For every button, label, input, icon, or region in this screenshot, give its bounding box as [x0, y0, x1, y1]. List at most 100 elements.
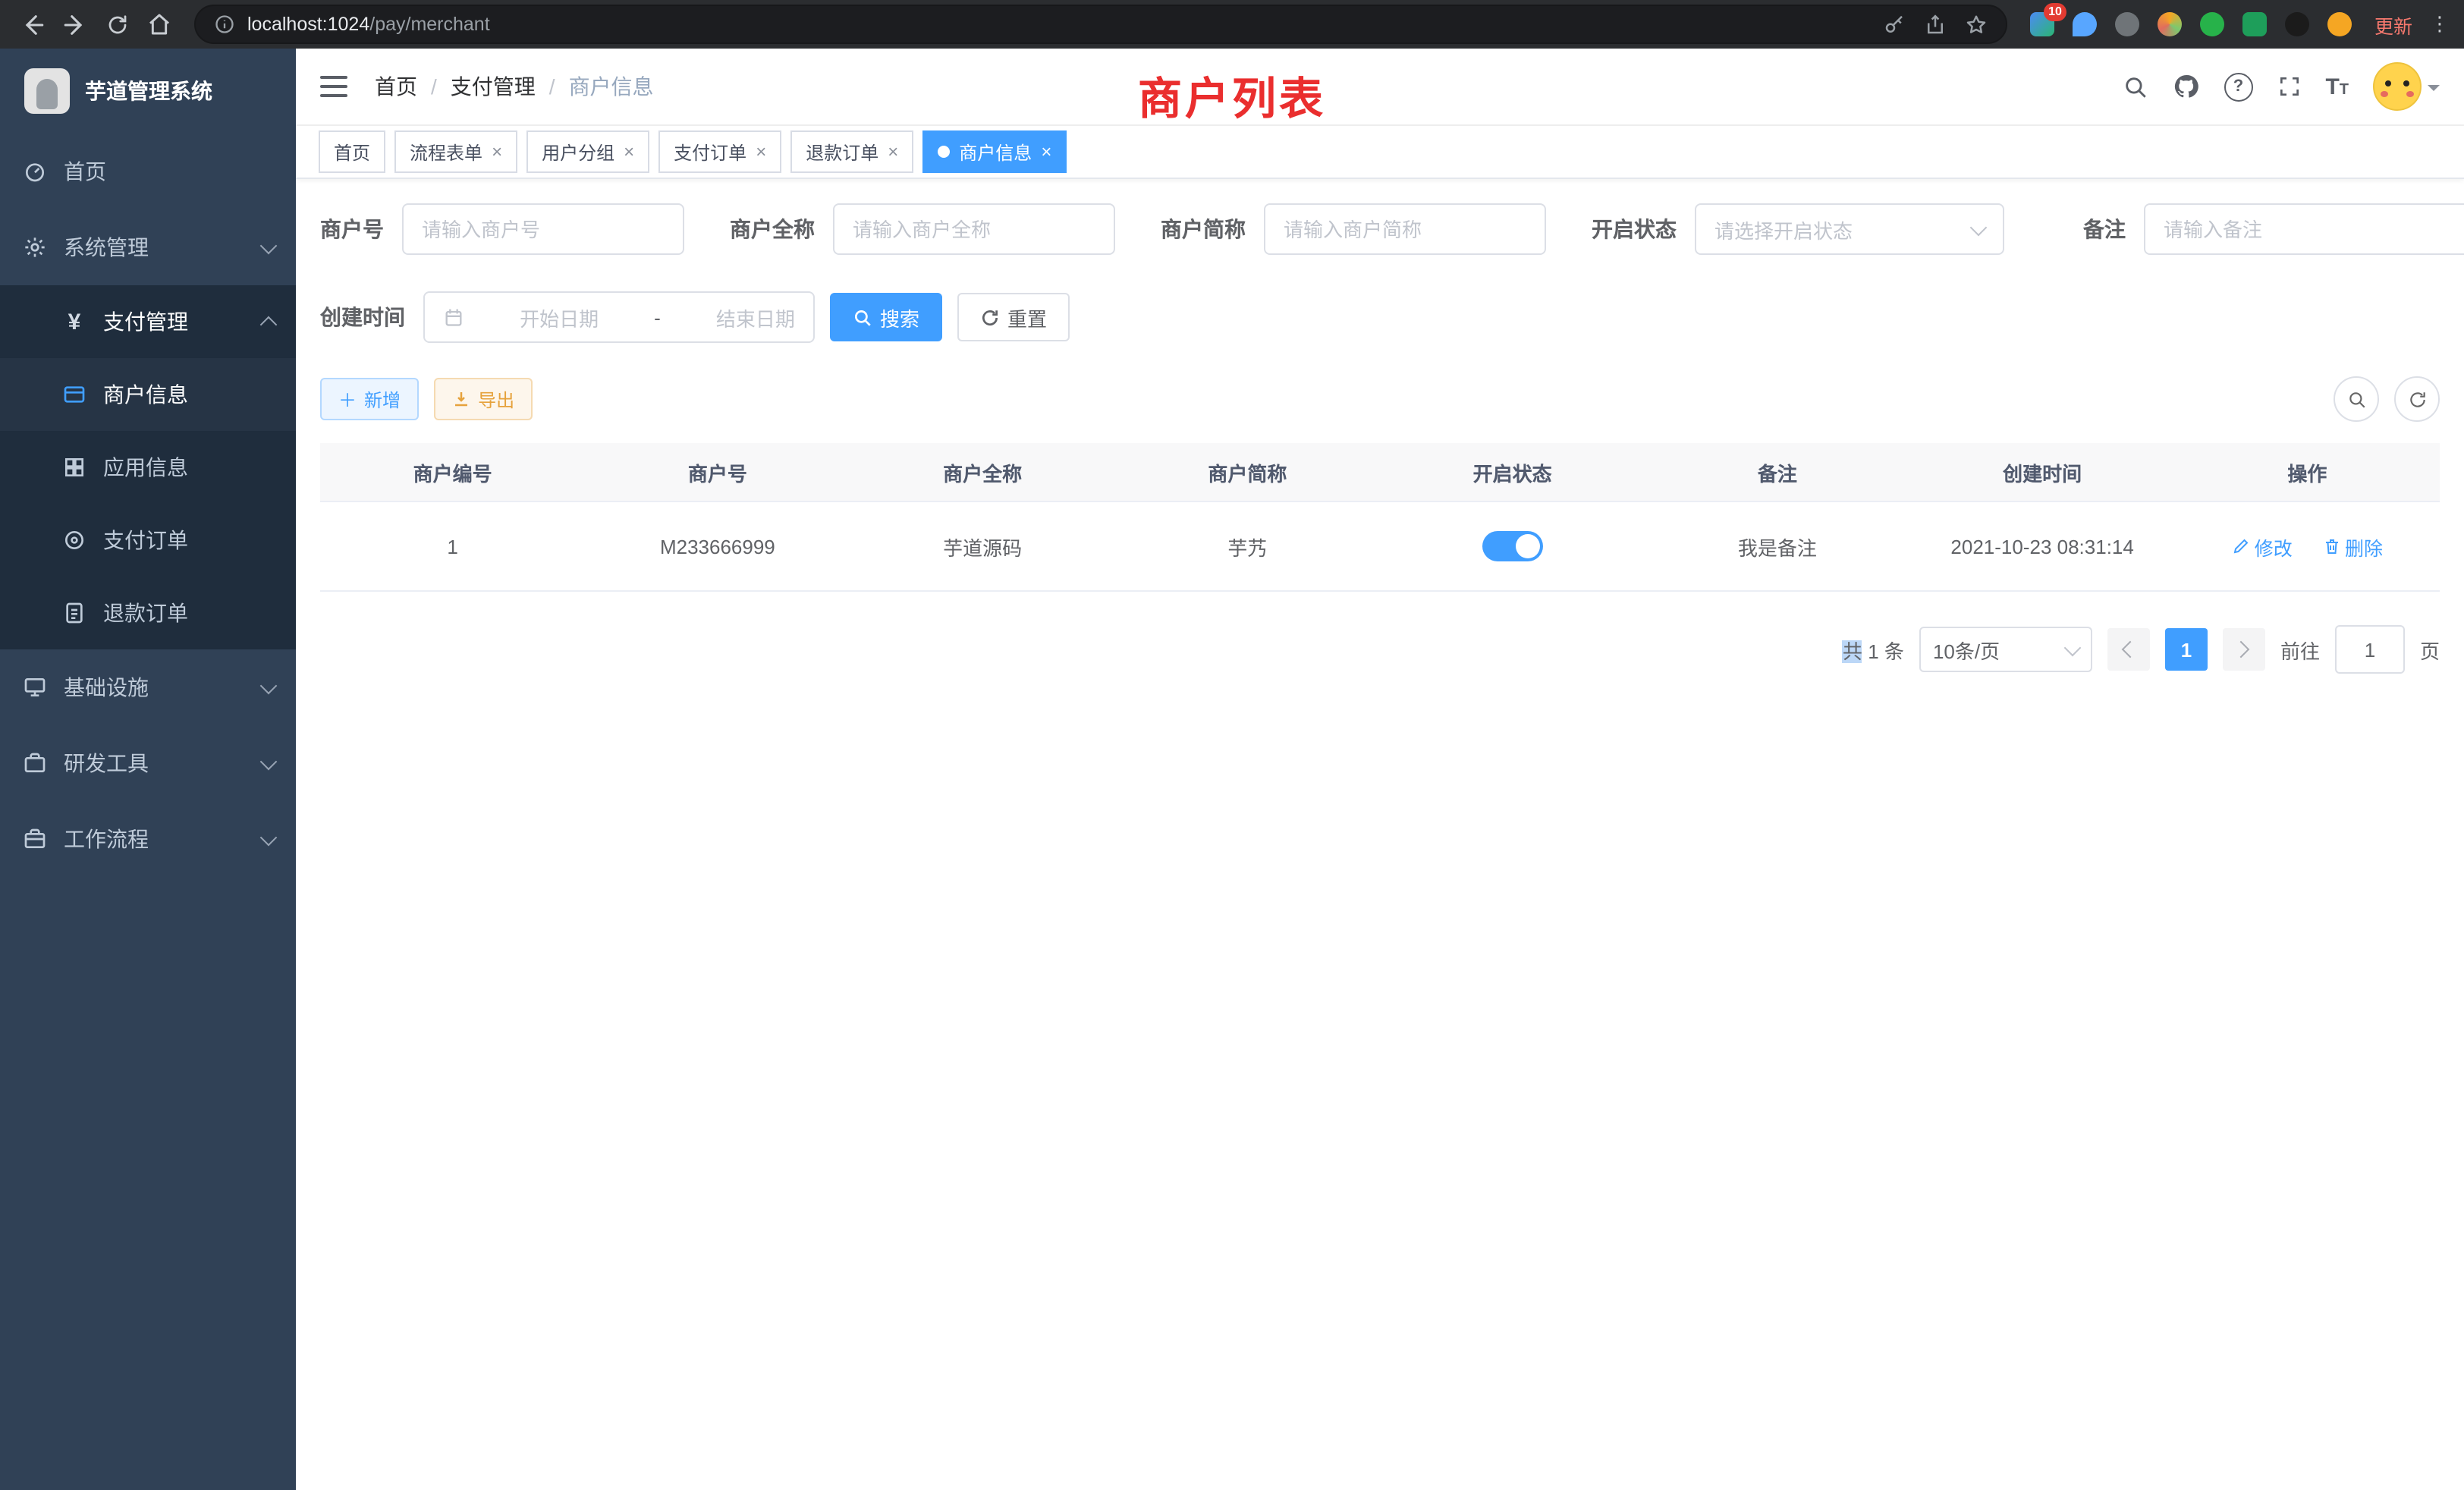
cell-short-name: 芋艿 — [1115, 501, 1380, 591]
sidebar-item-system[interactable]: 系统管理 — [0, 209, 296, 285]
calendar-icon — [443, 306, 464, 328]
remark-label: 备注 — [2083, 214, 2126, 244]
status-select[interactable]: 请选择开启状态 — [1695, 203, 2004, 255]
prev-page-button[interactable] — [2107, 628, 2150, 671]
page-number-button[interactable]: 1 — [2165, 628, 2208, 671]
cell-full-name: 芋道源码 — [850, 501, 1115, 591]
toggle-search-button[interactable] — [2334, 376, 2379, 422]
page-size-select[interactable]: 10条/页 — [1919, 627, 2092, 672]
user-avatar[interactable] — [2373, 62, 2440, 111]
close-icon[interactable]: × — [756, 143, 766, 161]
gear-icon — [21, 235, 49, 259]
reset-button[interactable]: 重置 — [957, 293, 1070, 341]
sidebar-item-pay-order[interactable]: 支付订单 — [0, 504, 296, 577]
sidebar-item-home[interactable]: 首页 — [0, 134, 296, 209]
close-icon[interactable]: × — [888, 143, 898, 161]
help-icon[interactable]: ? — [2224, 72, 2252, 101]
tab-pay-order[interactable]: 支付订单× — [658, 130, 781, 173]
remark-input[interactable] — [2144, 203, 2464, 255]
breadcrumb-pay[interactable]: 支付管理 — [451, 71, 536, 102]
tab-process-form[interactable]: 流程表单× — [394, 130, 517, 173]
add-button[interactable]: ＋ 新增 — [320, 378, 419, 420]
breadcrumb-home[interactable]: 首页 — [375, 71, 417, 102]
merchant-no-input[interactable] — [402, 203, 684, 255]
extension-icon[interactable] — [2282, 9, 2312, 39]
short-name-input[interactable] — [1264, 203, 1546, 255]
font-size-icon[interactable]: TT — [2325, 74, 2349, 99]
goto-page-input[interactable] — [2335, 625, 2405, 674]
sidebar-item-pay[interactable]: ¥ 支付管理 — [0, 285, 296, 358]
total-text: 共 1 条 — [1843, 635, 1904, 664]
short-name-label: 商户简称 — [1161, 214, 1246, 244]
sidebar-item-infra[interactable]: 基础设施 — [0, 649, 296, 725]
card-icon — [61, 382, 88, 407]
fullscreen-icon[interactable] — [2277, 74, 2301, 99]
extension-icon[interactable] — [2112, 9, 2142, 39]
reload-icon[interactable] — [97, 5, 137, 44]
goto-label: 前往 — [2280, 635, 2320, 664]
browser-update-button[interactable]: 更新 — [2374, 10, 2412, 39]
table-row: 1 M233666999 芋道源码 芋艿 我是备注 2021-10-23 08:… — [320, 501, 2440, 591]
pagination: 共 1 条 10条/页 1 前往 页 — [320, 625, 2440, 674]
breadcrumb: 首页 / 支付管理 / 商户信息 — [375, 71, 654, 102]
browser-menu-icon[interactable]: ⋮ — [2428, 12, 2452, 36]
bookmark-star-icon[interactable] — [1965, 13, 1988, 36]
address-bar[interactable]: localhost:1024/pay/merchant — [194, 5, 2007, 44]
extension-icon[interactable] — [2324, 9, 2355, 39]
extension-icon[interactable] — [2197, 9, 2227, 39]
tab-home[interactable]: 首页 — [319, 130, 385, 173]
sidebar-group-pay: ¥ 支付管理 商户信息 应用信息 支付订单 退 — [0, 285, 296, 649]
app-logo[interactable]: 芋道管理系统 — [0, 49, 296, 134]
page-content: 商户号 商户全称 商户简称 开启状态 请选择开启状态 — [296, 179, 2464, 1490]
extension-icon[interactable] — [2239, 9, 2270, 39]
url-text: localhost:1024/pay/merchant — [247, 14, 490, 35]
site-info-icon[interactable] — [214, 14, 235, 35]
next-page-button[interactable] — [2223, 628, 2265, 671]
tab-user-group[interactable]: 用户分组× — [526, 130, 649, 173]
dashboard-icon — [21, 159, 49, 184]
search-icon — [2346, 389, 2366, 409]
refresh-table-button[interactable] — [2394, 376, 2440, 422]
password-key-icon[interactable] — [1883, 13, 1906, 36]
full-name-label: 商户全称 — [730, 214, 815, 244]
edit-button[interactable]: 修改 — [2232, 532, 2293, 561]
sidebar-item-workflow[interactable]: 工作流程 — [0, 801, 296, 877]
full-name-input[interactable] — [833, 203, 1115, 255]
chevron-down-icon — [260, 677, 278, 694]
avatar — [2373, 62, 2422, 111]
delete-button[interactable]: 删除 — [2322, 532, 2383, 561]
extension-icon[interactable]: 10 — [2027, 9, 2057, 39]
extension-icon[interactable] — [2070, 9, 2100, 39]
back-icon[interactable] — [12, 5, 52, 44]
sidebar-item-dev-tools[interactable]: 研发工具 — [0, 725, 296, 801]
download-icon — [452, 390, 470, 408]
merchant-no-label: 商户号 — [320, 214, 384, 244]
search-icon[interactable] — [2122, 74, 2148, 99]
home-icon[interactable] — [140, 5, 179, 44]
search-button[interactable]: 搜索 — [830, 293, 942, 341]
export-button[interactable]: 导出 — [434, 378, 533, 420]
share-icon[interactable] — [1924, 13, 1947, 36]
close-icon[interactable]: × — [1041, 143, 1051, 161]
chevron-down-icon — [2428, 84, 2440, 96]
github-icon[interactable] — [2172, 73, 2199, 100]
forward-icon[interactable] — [55, 5, 94, 44]
refresh-icon — [2407, 389, 2427, 409]
sidebar-item-refund-order[interactable]: 退款订单 — [0, 577, 296, 649]
chevron-down-icon — [2064, 639, 2082, 656]
tab-refund-order[interactable]: 退款订单× — [790, 130, 913, 173]
close-icon[interactable]: × — [492, 143, 502, 161]
hamburger-icon[interactable] — [320, 76, 347, 97]
toolbox-icon — [21, 751, 49, 775]
sidebar-item-app-info[interactable]: 应用信息 — [0, 431, 296, 504]
status-toggle[interactable] — [1482, 531, 1543, 561]
tab-merchant-info[interactable]: 商户信息× — [922, 130, 1067, 173]
sidebar-item-merchant-info[interactable]: 商户信息 — [0, 358, 296, 431]
close-icon[interactable]: × — [624, 143, 634, 161]
create-time-range-picker[interactable]: 开始日期 - 结束日期 — [423, 291, 815, 343]
date-end-placeholder: 结束日期 — [716, 303, 795, 332]
extension-badge: 10 — [2044, 3, 2066, 20]
browser-window: localhost:1024/pay/merchant 10 更新 ⋮ 芋道管理… — [0, 0, 2464, 1490]
browser-toolbar: localhost:1024/pay/merchant 10 更新 ⋮ — [0, 0, 2464, 49]
extension-icon[interactable] — [2154, 9, 2185, 39]
